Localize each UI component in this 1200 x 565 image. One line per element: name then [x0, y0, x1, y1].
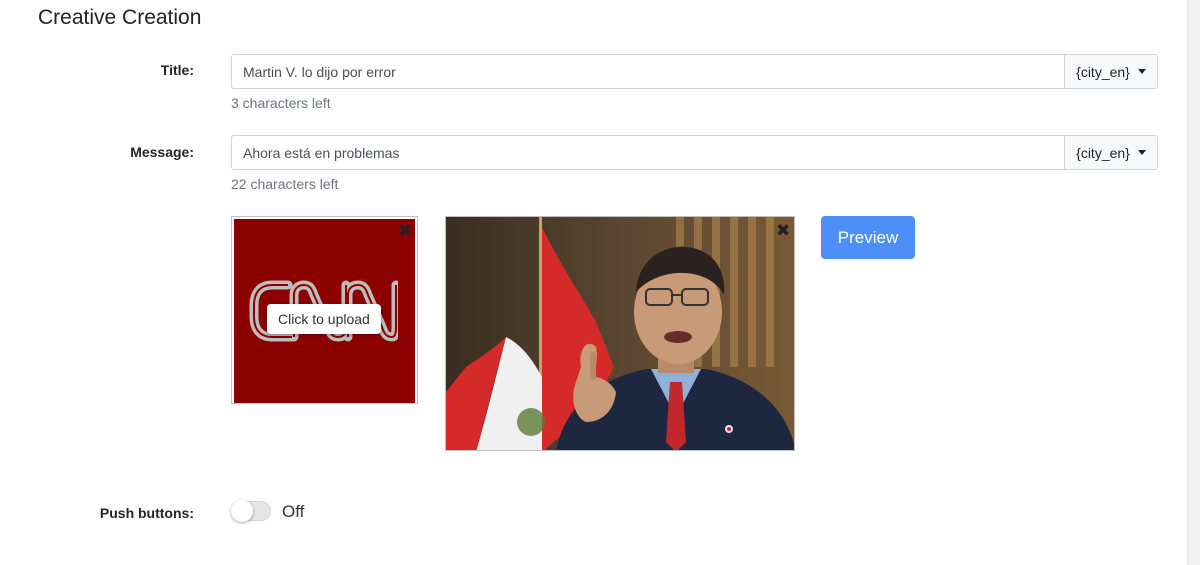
click-to-upload-button[interactable]: Click to upload	[267, 304, 381, 334]
caret-down-icon	[1137, 69, 1146, 74]
creative-image: ✖	[445, 216, 795, 451]
caret-down-icon	[1137, 150, 1146, 155]
push-buttons-label: Push buttons:	[99, 505, 194, 521]
message-input[interactable]	[231, 135, 1064, 170]
message-label: Message:	[130, 144, 194, 160]
title-macro-dropdown[interactable]: {city_en}	[1064, 54, 1158, 89]
page-title: Creative Creation	[38, 6, 202, 29]
push-buttons-state-label: Off	[282, 502, 305, 521]
logo-upload-area[interactable]: Click to upload ✖	[231, 216, 418, 404]
push-buttons-toggle[interactable]	[231, 500, 271, 522]
message-input-group: {city_en}	[231, 135, 1158, 170]
message-macro-label: {city_en}	[1076, 144, 1130, 161]
toggle-knob	[231, 500, 253, 522]
title-input-group: {city_en}	[231, 54, 1158, 89]
message-char-counter: 22 characters left	[231, 176, 339, 192]
title-macro-label: {city_en}	[1076, 63, 1130, 80]
remove-logo-close-icon[interactable]: ✖	[398, 223, 412, 240]
title-char-counter: 3 characters left	[231, 95, 331, 111]
message-macro-dropdown[interactable]: {city_en}	[1064, 135, 1158, 170]
title-input[interactable]	[231, 54, 1064, 89]
vertical-scrollbar[interactable]	[1187, 0, 1200, 565]
title-label: Title:	[160, 62, 194, 78]
person-photo-icon	[446, 217, 794, 450]
logo-image: Click to upload	[234, 219, 415, 403]
preview-button[interactable]: Preview	[821, 216, 915, 259]
remove-image-close-icon[interactable]: ✖	[776, 223, 790, 240]
